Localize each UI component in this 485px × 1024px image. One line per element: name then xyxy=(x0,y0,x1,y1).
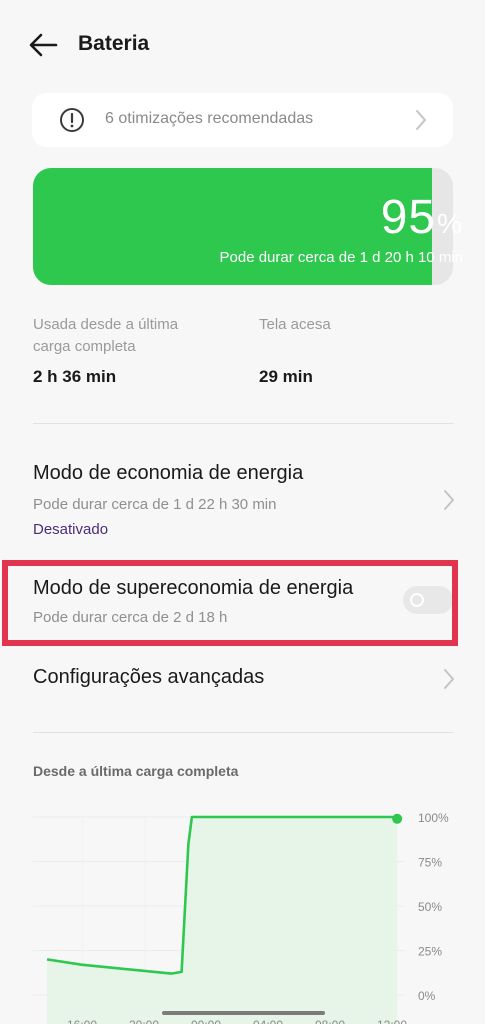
y-tick-label: 0% xyxy=(418,989,436,1003)
arrow-left-icon xyxy=(29,33,58,57)
highlight-box xyxy=(2,560,458,646)
y-tick-label: 50% xyxy=(418,900,442,914)
x-tick-label: 20:00 xyxy=(129,1018,159,1024)
used-since-value: 2 h 36 min xyxy=(33,367,117,386)
power-saving-subtitle: Pode durar cerca de 1 d 22 h 30 min xyxy=(33,496,277,513)
advanced-settings-row[interactable]: Configurações avançadas xyxy=(0,652,485,708)
page-title: Bateria xyxy=(78,32,150,55)
battery-area xyxy=(47,817,398,1024)
x-tick-label: 08:00 xyxy=(315,1018,345,1024)
divider xyxy=(33,423,453,424)
divider xyxy=(33,732,453,733)
chevron-right-icon xyxy=(444,490,454,510)
advanced-settings-title: Configurações avançadas xyxy=(33,666,265,688)
power-saving-status: Desativado xyxy=(33,521,109,538)
x-tick-label: 16:00 xyxy=(67,1018,97,1024)
x-tick-label: 04:00 xyxy=(253,1018,283,1024)
chevron-right-icon xyxy=(444,669,454,689)
alert-circle-icon xyxy=(60,108,84,132)
optimizations-card[interactable]: 6 otimizações recomendadas xyxy=(32,93,453,147)
back-button[interactable] xyxy=(26,30,60,60)
top-bar: Bateria xyxy=(0,0,485,90)
battery-percent-sign: % xyxy=(437,208,463,239)
battery-current-point xyxy=(392,813,403,824)
battery-estimate: Pode durar cerca de 1 d 20 h 10 min xyxy=(219,249,464,266)
battery-level-fill xyxy=(33,168,432,285)
y-tick-label: 100% xyxy=(418,811,449,825)
chart-title: Desde a última carga completa xyxy=(33,763,239,779)
used-since-label: Usada desde a última carga completa xyxy=(33,314,178,358)
optimizations-text: 6 otimizações recomendadas xyxy=(105,110,314,127)
power-saving-row[interactable]: Modo de economia de energia Pode durar c… xyxy=(0,450,485,550)
y-tick-label: 75% xyxy=(418,856,442,870)
x-tick-label: 12:00 xyxy=(377,1018,407,1024)
chevron-right-icon xyxy=(416,110,426,130)
used-since-label-line2: carga completa xyxy=(33,338,136,355)
y-tick-label: 25% xyxy=(418,945,442,959)
power-saving-title: Modo de economia de energia xyxy=(33,462,304,484)
screen-on-label: Tela acesa xyxy=(259,316,331,333)
battery-percent: 95% xyxy=(381,190,463,245)
screen-on-value: 29 min xyxy=(259,367,313,386)
battery-history-chart: 100% 75% 50% 25% 0% 16:00 20:00 00:00 04:00 08:00… xyxy=(33,811,449,1024)
home-indicator[interactable] xyxy=(162,1011,325,1015)
x-tick-label: 00:00 xyxy=(191,1018,221,1024)
battery-percent-value: 95 xyxy=(380,191,437,244)
used-since-label-line1: Usada desde a última xyxy=(33,316,179,333)
